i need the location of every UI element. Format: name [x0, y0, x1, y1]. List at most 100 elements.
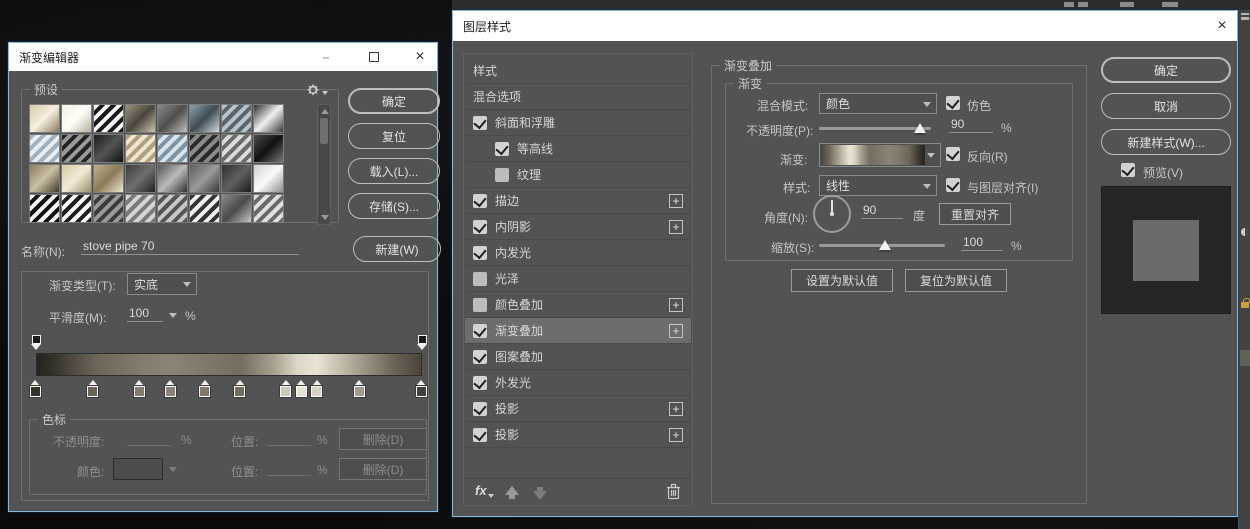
gradient-preset-swatch[interactable]	[125, 194, 156, 223]
gradient-preset-swatch[interactable]	[93, 194, 124, 223]
gradient-preset-swatch[interactable]	[221, 104, 252, 133]
gradient-preset-swatch[interactable]	[157, 104, 188, 133]
gradient-preset-swatch[interactable]	[29, 104, 60, 133]
color-stop[interactable]	[415, 380, 427, 397]
gradient-preset-swatch[interactable]	[253, 194, 284, 223]
color-stop[interactable]	[311, 380, 323, 397]
delete-color-stop-button[interactable]: 删除(D)	[339, 458, 427, 480]
add-effect-icon[interactable]: +	[669, 428, 683, 442]
close-button[interactable]: ×	[1205, 12, 1239, 39]
checked-checkbox[interactable]	[473, 220, 487, 234]
gradient-preset-swatch[interactable]	[61, 194, 92, 223]
scroll-down-icon[interactable]	[321, 215, 329, 220]
checked-checkbox[interactable]	[495, 142, 509, 156]
stop-color-swatch[interactable]	[113, 458, 163, 480]
style-list-item-渐变叠加-10[interactable]: 渐变叠加 +	[465, 318, 691, 344]
gradient-preset-swatch[interactable]	[189, 134, 220, 163]
layer-style-titlebar[interactable]: 图层样式 ×	[453, 11, 1237, 41]
stop-location-input[interactable]	[267, 430, 311, 446]
style-list-item-外发光-12[interactable]: 外发光	[465, 370, 691, 396]
gradient-preset-swatch[interactable]	[253, 134, 284, 163]
scale-slider-thumb[interactable]	[878, 240, 891, 250]
gradient-preset-swatch[interactable]	[93, 104, 124, 133]
color-stop[interactable]	[29, 380, 41, 397]
gradient-preset-swatch[interactable]	[93, 164, 124, 193]
add-effect-icon[interactable]: +	[669, 324, 683, 338]
style-list-item-纹理-4[interactable]: 纹理	[465, 162, 691, 188]
save-button[interactable]: 存储(S)...	[348, 193, 440, 219]
style-list-item-图案叠加-11[interactable]: 图案叠加	[465, 344, 691, 370]
gradient-preset-swatch[interactable]	[61, 134, 92, 163]
scale-input[interactable]: 100	[961, 235, 1003, 251]
minimize-button[interactable]: –	[309, 43, 343, 70]
move-down-icon[interactable]	[533, 487, 547, 500]
checked-checkbox[interactable]	[473, 324, 487, 338]
move-up-icon[interactable]	[505, 486, 519, 499]
gradient-preset-swatch[interactable]	[125, 104, 156, 133]
stop-color-location-input[interactable]	[267, 460, 311, 476]
reset-button[interactable]: 复位	[348, 123, 440, 149]
opacity-slider[interactable]	[819, 123, 931, 133]
gradient-preset-swatch[interactable]	[253, 164, 284, 193]
gradient-preset-swatch[interactable]	[61, 104, 92, 133]
color-stop[interactable]	[164, 380, 176, 397]
style-list-item-样式-0[interactable]: 样式	[465, 58, 691, 84]
gradient-preset-swatch[interactable]	[157, 164, 188, 193]
checked-checkbox[interactable]	[473, 246, 487, 260]
scroll-up-icon[interactable]	[321, 109, 329, 114]
presets-scrollbar[interactable]	[317, 104, 331, 225]
align-layer-checkbox[interactable]	[946, 178, 960, 192]
dither-checkbox[interactable]	[946, 96, 960, 110]
cancel-button[interactable]: 取消	[1101, 93, 1231, 119]
trash-icon[interactable]	[666, 483, 681, 500]
angle-dial[interactable]	[813, 195, 851, 233]
gradient-editor-titlebar[interactable]: 渐变编辑器 – ×	[9, 43, 437, 71]
style-list-item-投影-13[interactable]: 投影 +	[465, 396, 691, 422]
gradient-preset-swatch[interactable]	[61, 164, 92, 193]
checked-checkbox[interactable]	[473, 194, 487, 208]
gradient-preset-swatch[interactable]	[29, 164, 60, 193]
chevron-down-icon[interactable]	[169, 313, 177, 318]
color-stop[interactable]	[295, 380, 307, 397]
checked-checkbox[interactable]	[473, 428, 487, 442]
color-stop[interactable]	[353, 380, 365, 397]
close-button[interactable]: ×	[403, 43, 437, 70]
gradient-preset-swatch[interactable]	[157, 194, 188, 223]
load-button[interactable]: 载入(L)...	[348, 158, 440, 184]
style-list-item-内发光-7[interactable]: 内发光	[465, 240, 691, 266]
gradient-preview-dropdown[interactable]	[819, 143, 941, 167]
color-picker-arrow-icon[interactable]	[169, 467, 177, 472]
gradient-preset-swatch[interactable]	[253, 104, 284, 133]
gradient-preset-swatch[interactable]	[93, 134, 124, 163]
gradient-preset-swatch[interactable]	[221, 164, 252, 193]
style-list-item-光泽-8[interactable]: 光泽	[465, 266, 691, 292]
maximize-button[interactable]	[357, 43, 391, 70]
unchecked-checkbox[interactable]	[473, 272, 487, 286]
style-list-item-描边-5[interactable]: 描边 +	[465, 188, 691, 214]
smoothness-input[interactable]: 100	[127, 306, 163, 322]
style-list-item-混合选项-1[interactable]: 混合选项	[465, 84, 691, 110]
add-effect-icon[interactable]: +	[669, 220, 683, 234]
checked-checkbox[interactable]	[473, 116, 487, 130]
new-button[interactable]: 新建(W)	[353, 236, 441, 262]
opacity-input[interactable]: 90	[949, 117, 993, 133]
gradient-preset-swatch[interactable]	[157, 134, 188, 163]
color-stop[interactable]	[133, 380, 145, 397]
style-list-item-斜面和浮雕-2[interactable]: 斜面和浮雕	[465, 110, 691, 136]
preview-checkbox[interactable]	[1121, 163, 1135, 177]
style-list-item-等高线-3[interactable]: 等高线	[465, 136, 691, 162]
unchecked-checkbox[interactable]	[495, 168, 509, 182]
gradient-preset-swatch[interactable]	[189, 164, 220, 193]
stop-opacity-input[interactable]	[127, 430, 171, 446]
scale-slider[interactable]	[819, 240, 945, 250]
ok-button[interactable]: 确定	[1101, 57, 1231, 83]
add-effect-icon[interactable]: +	[669, 402, 683, 416]
reset-align-button[interactable]: 重置对齐	[939, 203, 1011, 225]
ok-button[interactable]: 确定	[348, 88, 440, 114]
gradient-preset-swatch[interactable]	[221, 134, 252, 163]
gradient-preset-swatch[interactable]	[29, 134, 60, 163]
opacity-stop[interactable]	[31, 335, 42, 350]
make-default-button[interactable]: 设置为默认值	[791, 269, 893, 292]
reverse-checkbox[interactable]	[946, 147, 960, 161]
unchecked-checkbox[interactable]	[473, 298, 487, 312]
